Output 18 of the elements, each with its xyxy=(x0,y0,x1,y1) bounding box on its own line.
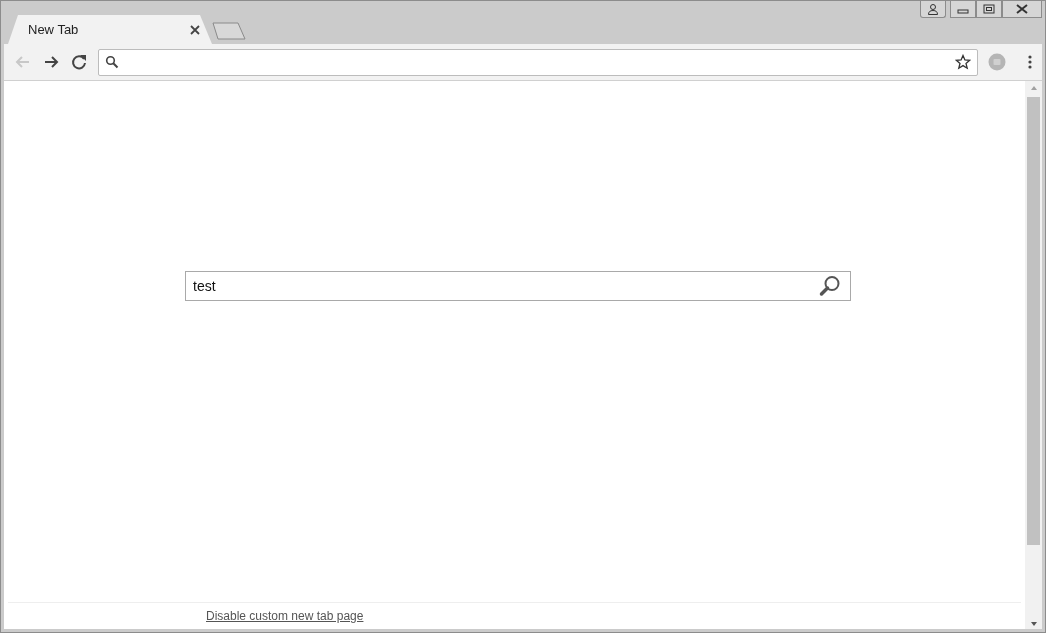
browser-tab[interactable]: New Tab xyxy=(8,15,212,44)
maximize-icon xyxy=(983,4,995,14)
search-icon[interactable] xyxy=(819,275,841,297)
maximize-button[interactable] xyxy=(976,1,1002,18)
search-field[interactable]: test xyxy=(185,271,851,301)
star-icon[interactable] xyxy=(955,54,971,70)
scroll-down-icon[interactable] xyxy=(1029,621,1038,627)
scrollbar[interactable] xyxy=(1025,81,1042,629)
disable-link[interactable]: Disable custom new tab page xyxy=(206,609,364,623)
profile-button[interactable] xyxy=(920,1,946,18)
search-icon xyxy=(105,55,119,69)
menu-icon[interactable] xyxy=(1028,55,1032,69)
scrollbar-thumb[interactable] xyxy=(1027,97,1040,545)
close-icon[interactable] xyxy=(190,24,200,35)
reload-icon[interactable] xyxy=(70,53,88,71)
close-icon xyxy=(1015,4,1029,14)
close-button[interactable] xyxy=(1002,1,1042,18)
person-icon xyxy=(927,3,939,15)
